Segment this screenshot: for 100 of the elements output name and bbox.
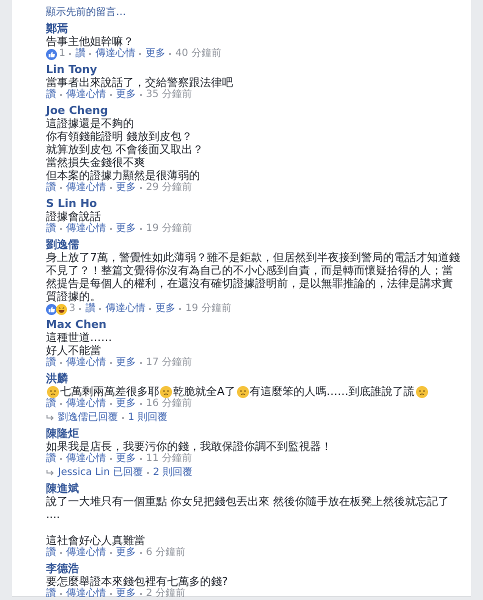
comment-action-link[interactable]: 傳達心情 — [95, 48, 136, 60]
separator-dot — [110, 94, 112, 96]
comment-action-link[interactable]: 更多 — [116, 89, 136, 101]
separator-dot — [79, 308, 82, 310]
comment-action-link[interactable]: 讚 — [46, 357, 56, 369]
comment-text: 說了一大堆只有一個重點 你女兒把錢包丟出來 然後你隨手放在板凳上然後就忘記了 .... — [46, 495, 450, 521]
comment-text: 證據會說話 — [46, 210, 101, 223]
separator-dot — [60, 403, 62, 405]
separator-dot — [149, 308, 152, 310]
comment-text: 這種世道…… — [46, 331, 112, 344]
comment-action-link[interactable]: 讚 — [85, 303, 96, 315]
emoji-face-icon — [236, 386, 249, 398]
separator-dot — [140, 403, 142, 405]
comment-timestamp: 16 分鐘前 — [146, 398, 192, 410]
comment-action-link[interactable]: 更多 — [155, 303, 176, 315]
separator-dot — [169, 53, 172, 55]
reply-arrow-icon — [46, 414, 55, 422]
separator-dot — [140, 228, 142, 230]
separator-dot — [60, 362, 62, 364]
comment-author-link[interactable]: 陳隆炬 — [46, 427, 79, 440]
comment-author-link[interactable]: 鄭焉 — [46, 22, 68, 35]
comment-action-link[interactable]: 更多 — [116, 547, 136, 559]
comment-action-link[interactable]: 傳達心情 — [66, 398, 106, 410]
show-previous-comments-link[interactable]: 顯示先前的留言… — [46, 6, 126, 19]
separator-dot — [69, 53, 72, 55]
thumbs-up-icon — [46, 304, 57, 314]
comment-author-link[interactable]: Lin Tony — [46, 63, 98, 76]
replies-link[interactable]: Jessica Lin 已回覆 — [58, 466, 143, 479]
separator-dot — [60, 552, 62, 554]
comment-action-link[interactable]: 傳達心情 — [66, 89, 106, 101]
separator-dot — [110, 362, 112, 364]
comment-action-link[interactable]: 傳達心情 — [105, 303, 146, 315]
separator-dot — [110, 228, 112, 230]
separator-dot — [140, 458, 142, 460]
comment-author-link[interactable]: S Lin Ho — [46, 197, 97, 210]
comment-action-link[interactable]: 傳達心情 — [66, 357, 106, 369]
comment-author-link[interactable]: 劉逸儒 — [46, 238, 79, 251]
separator-dot — [110, 552, 112, 554]
reply-count-link[interactable]: 1 則回覆 — [128, 411, 168, 424]
comment-action-link[interactable]: 更多 — [116, 398, 136, 410]
replies-link[interactable]: 劉逸儒已回覆 — [58, 411, 118, 424]
comment-author-link[interactable]: 李德浩 — [46, 562, 79, 575]
laughing-face-icon — [56, 304, 67, 314]
comment-text: 告事主他姐幹嘛？ — [46, 35, 134, 48]
separator-dot — [140, 593, 142, 595]
separator-dot — [110, 187, 112, 189]
comment-timestamp: 40 分鐘前 — [175, 48, 222, 60]
separator-dot — [179, 308, 182, 310]
separator-dot — [122, 416, 124, 418]
comment-author-link[interactable]: 陳進斌 — [46, 482, 79, 495]
comment-action-link[interactable]: 更多 — [116, 453, 136, 465]
comment-action-link[interactable]: 傳達心情 — [66, 588, 106, 597]
comment-action-link[interactable]: 傳達心情 — [66, 223, 106, 235]
separator-dot — [89, 53, 92, 55]
comment-action-link[interactable]: 讚 — [46, 398, 56, 410]
separator-dot — [110, 593, 112, 595]
comment-action-link[interactable]: 傳達心情 — [66, 453, 106, 465]
comment-action-link[interactable]: 讚 — [46, 547, 56, 559]
comment-action-link[interactable]: 讚 — [75, 48, 86, 60]
comment-timestamp: 11 分鐘前 — [146, 453, 192, 465]
comment-text: 有這麼笨的人嗎……到底誰說了謊 — [250, 385, 415, 398]
comment-text: 你有領錢能證明 錢放到皮包？ — [46, 130, 192, 143]
comment-action-link[interactable]: 更多 — [116, 223, 136, 235]
comment-text: 但本案的證據力顯然是很薄弱的 — [46, 169, 200, 182]
comment-timestamp: 19 分鐘前 — [146, 223, 192, 235]
comment-action-link[interactable]: 更多 — [116, 182, 136, 194]
comment-timestamp: 19 分鐘前 — [185, 303, 232, 315]
comment-author-link[interactable]: Max Chen — [46, 318, 106, 331]
reply-arrow-icon — [46, 468, 55, 476]
comment-action-link[interactable]: 讚 — [46, 182, 56, 194]
separator-dot — [99, 308, 102, 310]
comment-action-link[interactable]: 傳達心情 — [66, 182, 106, 194]
comment-timestamp: 29 分鐘前 — [146, 182, 192, 194]
separator-dot — [139, 53, 142, 55]
comment-action-link[interactable]: 傳達心情 — [66, 547, 106, 559]
comment-action-link[interactable]: 讚 — [46, 89, 56, 101]
comment-action-link[interactable]: 讚 — [46, 453, 56, 465]
comment-text: 好人不能當 — [46, 344, 101, 357]
comment-text: 七萬剩兩萬差很多耶 — [60, 385, 159, 398]
comment-author-link[interactable]: 洪麟 — [46, 372, 68, 385]
comment-author-link[interactable]: Joe Cheng — [46, 104, 108, 117]
comment-action-link[interactable]: 讚 — [46, 223, 56, 235]
comment-action-link[interactable]: 更多 — [145, 48, 166, 60]
separator-dot — [60, 228, 62, 230]
comment-timestamp: 17 分鐘前 — [146, 357, 192, 369]
comment-text: 這社會好心人真難當 — [46, 534, 145, 547]
comment-timestamp: 35 分鐘前 — [146, 89, 192, 101]
emoji-face-icon — [47, 386, 59, 398]
comment-action-link[interactable]: 更多 — [116, 357, 136, 369]
separator-dot — [140, 94, 142, 96]
reaction-count: 3 — [69, 303, 76, 315]
separator-dot — [60, 94, 62, 96]
reply-count-link[interactable]: 2 則回覆 — [152, 466, 193, 479]
comment-timestamp: 2 分鐘前 — [146, 588, 186, 597]
comment-text: 就算放到皮包 不會後面又取出？ — [46, 143, 204, 156]
comment-timestamp: 6 分鐘前 — [146, 547, 186, 559]
emoji-face-icon — [160, 386, 172, 398]
comment-text: 當然損失金錢很不爽 — [46, 156, 145, 169]
separator-dot — [110, 403, 112, 405]
separator-dot — [140, 552, 142, 554]
